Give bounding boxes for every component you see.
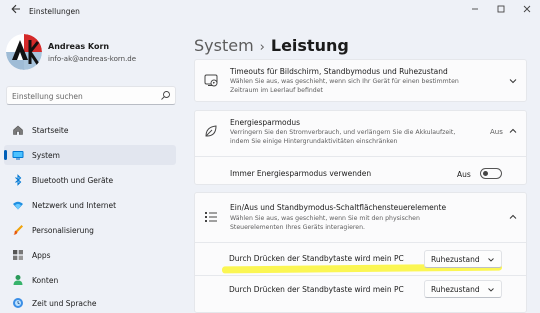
search-placeholder: Einstellung suchen [12, 92, 83, 101]
energy-saver-description: Verringern Sie den Stromverbrauch, und v… [230, 129, 456, 145]
leaf-icon [205, 125, 217, 137]
timeouts-title: Timeouts für Bildschirm, Standbymodus un… [230, 67, 448, 76]
sidebar-item-zeit-sprache[interactable]: Zeit und Sprache [4, 293, 176, 313]
chevron-up-icon[interactable] [508, 212, 518, 222]
divider [195, 242, 526, 243]
monitor-icon [12, 151, 24, 160]
avatar-logo-icon [6, 34, 42, 70]
avatar[interactable] [6, 34, 42, 70]
chevron-down-icon [488, 258, 494, 262]
sidebar: Andreas Korn info-ak@andreas-korn.de Ein… [0, 22, 185, 313]
sidebar-item-startseite[interactable]: Startseite [4, 120, 176, 140]
sidebar-item-label: Netzwerk und Internet [32, 201, 117, 210]
breadcrumb-separator: › [259, 40, 265, 55]
power-button-row-label: Durch Drücken der Standbytaste wird mein… [229, 254, 404, 263]
sidebar-item-netzwerk[interactable]: Netzwerk und Internet [4, 195, 176, 215]
timeouts-card[interactable]: Timeouts für Bildschirm, Standbymodus un… [194, 59, 527, 102]
title-bar: Einstellungen [0, 0, 540, 20]
page-title: Leistung [270, 36, 349, 55]
dropdown-value: Ruhezustand [431, 285, 480, 294]
sidebar-item-label: Zeit und Sprache [32, 299, 97, 308]
dropdown-value: Ruhezustand [431, 255, 480, 264]
globe-clock-icon [13, 298, 23, 308]
back-arrow-icon[interactable] [9, 2, 23, 16]
apps-icon [13, 250, 23, 260]
divider [195, 156, 526, 157]
energy-saver-status: Aus [490, 128, 503, 136]
always-energy-saver-label: Immer Energiesparmodus verwenden [230, 169, 372, 178]
person-icon [13, 275, 23, 285]
energy-saver-title: Energiesparmodus [230, 118, 301, 127]
minimize-icon[interactable] [468, 3, 482, 15]
sidebar-item-label: Apps [32, 251, 51, 260]
sidebar-item-label: System [32, 151, 60, 160]
divider [195, 275, 526, 276]
close-icon[interactable] [520, 3, 534, 15]
sleep-timer-icon [204, 74, 218, 87]
sidebar-item-konten[interactable]: Konten [4, 270, 176, 290]
sidebar-item-label: Startseite [32, 126, 69, 135]
sidebar-item-apps[interactable]: Apps [4, 245, 176, 265]
chevron-up-icon[interactable] [508, 126, 518, 136]
standby-button-dropdown[interactable]: Ruhezustand [424, 280, 502, 298]
chevron-down-icon[interactable] [508, 76, 518, 86]
list-settings-icon [205, 212, 217, 222]
timeouts-description: Wählen Sie aus, was geschieht, wenn sich… [230, 78, 459, 94]
sidebar-item-label: Personalisierung [32, 226, 94, 235]
sidebar-item-bluetooth[interactable]: Bluetooth und Geräte [4, 170, 176, 190]
chevron-down-icon [488, 288, 494, 292]
maximize-icon[interactable] [494, 3, 508, 15]
search-input[interactable]: Einstellung suchen [6, 86, 176, 105]
power-buttons-description: Wählen Sie aus, was geschieht, wenn Sie … [230, 215, 420, 231]
always-energy-saver-state: Aus [457, 170, 471, 179]
bluetooth-icon [15, 174, 22, 186]
wifi-icon [13, 201, 23, 210]
sidebar-item-system[interactable]: System [4, 145, 176, 165]
power-buttons-title: Ein/Aus und Standbymodus-Schaltflächenst… [230, 203, 447, 212]
home-icon [13, 125, 23, 135]
standby-button-row-label: Durch Drücken der Standbytaste wird mein… [229, 285, 404, 294]
sidebar-item-label: Konten [32, 276, 59, 285]
breadcrumb-parent[interactable]: System [194, 36, 254, 55]
energy-saver-card: Energiesparmodus Verringern Sie den Stro… [194, 110, 527, 185]
sidebar-item-personalisierung[interactable]: Personalisierung [4, 220, 176, 240]
brush-icon [13, 225, 23, 235]
user-name: Andreas Korn [48, 42, 110, 51]
user-email: info-ak@andreas-korn.de [48, 55, 137, 63]
power-button-dropdown[interactable]: Ruhezustand [424, 250, 502, 268]
always-energy-saver-toggle[interactable] [480, 168, 502, 179]
app-title: Einstellungen [29, 7, 80, 16]
search-icon [161, 91, 170, 100]
sidebar-item-label: Bluetooth und Geräte [32, 176, 114, 185]
breadcrumb: System › Leistung [194, 36, 349, 55]
